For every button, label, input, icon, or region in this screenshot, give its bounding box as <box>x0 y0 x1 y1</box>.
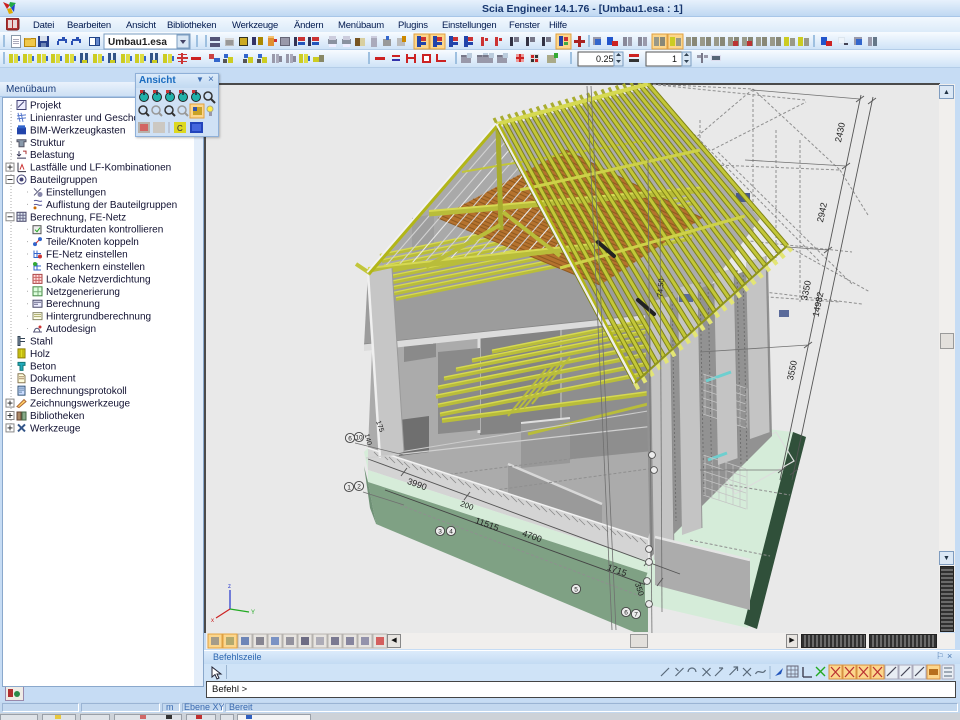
svg-text:10: 10 <box>355 434 363 441</box>
svg-text:Bauteilgruppen: Bauteilgruppen <box>30 175 97 186</box>
svg-text:1: 1 <box>672 54 677 64</box>
svg-text:4: 4 <box>449 528 453 535</box>
svg-text:3550: 3550 <box>785 360 799 382</box>
svg-text:5: 5 <box>574 586 578 593</box>
svg-text:Einstellungen: Einstellungen <box>46 187 106 198</box>
svg-text:Projekt: Projekt <box>30 101 61 112</box>
svg-text:Werkzeuge: Werkzeuge <box>30 423 81 434</box>
svg-text:Dokument: Dokument <box>30 374 76 385</box>
svg-text:Holz: Holz <box>30 349 50 360</box>
svg-text:FE-Netz einstellen: FE-Netz einstellen <box>46 250 128 261</box>
svg-text:Lokale Netzverdichtung: Lokale Netzverdichtung <box>46 274 151 285</box>
svg-text:Netzgenerierung: Netzgenerierung <box>46 287 120 298</box>
svg-text:Berechnungsprotokoll: Berechnungsprotokoll <box>30 386 127 397</box>
svg-text:Beton: Beton <box>30 361 56 372</box>
svg-text:2942: 2942 <box>815 202 829 224</box>
svg-text:Stahl: Stahl <box>30 336 53 347</box>
svg-text:74,50: 74,50 <box>655 278 666 297</box>
svg-text:Struktur: Struktur <box>30 138 66 149</box>
svg-text:Berechnung, FE-Netz: Berechnung, FE-Netz <box>30 212 126 223</box>
svg-text:z: z <box>228 584 231 590</box>
svg-text:2430: 2430 <box>833 122 847 144</box>
svg-text:Zeichnungswerkzeuge: Zeichnungswerkzeuge <box>30 399 130 410</box>
svg-text:Belastung: Belastung <box>30 150 74 161</box>
svg-text:1: 1 <box>347 484 351 491</box>
svg-text:Teile/Knoten koppeln: Teile/Knoten koppeln <box>46 237 139 248</box>
svg-text:6: 6 <box>348 435 352 442</box>
svg-text:BIM-Werkzeugkasten: BIM-Werkzeugkasten <box>30 125 125 136</box>
svg-text:x: x <box>211 618 214 624</box>
svg-text:14982: 14982 <box>811 291 826 318</box>
svg-text:C: C <box>177 124 183 133</box>
svg-text:Umbau1.esa: Umbau1.esa <box>108 37 167 48</box>
svg-text:3: 3 <box>438 528 442 535</box>
svg-text:Hintergrundberechnung: Hintergrundberechnung <box>46 312 151 323</box>
svg-text:Autodesign: Autodesign <box>46 324 96 335</box>
svg-text:7: 7 <box>634 611 638 618</box>
svg-text:Berechnung: Berechnung <box>46 299 100 310</box>
svg-text:6: 6 <box>624 609 628 616</box>
svg-text:Rechenkern einstellen: Rechenkern einstellen <box>46 262 145 273</box>
svg-text:Bibliotheken: Bibliotheken <box>30 411 84 422</box>
svg-text:Strukturdaten kontrollieren: Strukturdaten kontrollieren <box>46 225 163 236</box>
svg-text:2: 2 <box>357 483 361 490</box>
svg-text:Y: Y <box>251 610 255 616</box>
svg-text:Lastfälle und LF-Kombinationen: Lastfälle und LF-Kombinationen <box>30 163 171 174</box>
svg-text:0.25: 0.25 <box>596 54 614 64</box>
svg-text:Auflistung der Bauteilgruppen: Auflistung der Bauteilgruppen <box>46 200 177 211</box>
